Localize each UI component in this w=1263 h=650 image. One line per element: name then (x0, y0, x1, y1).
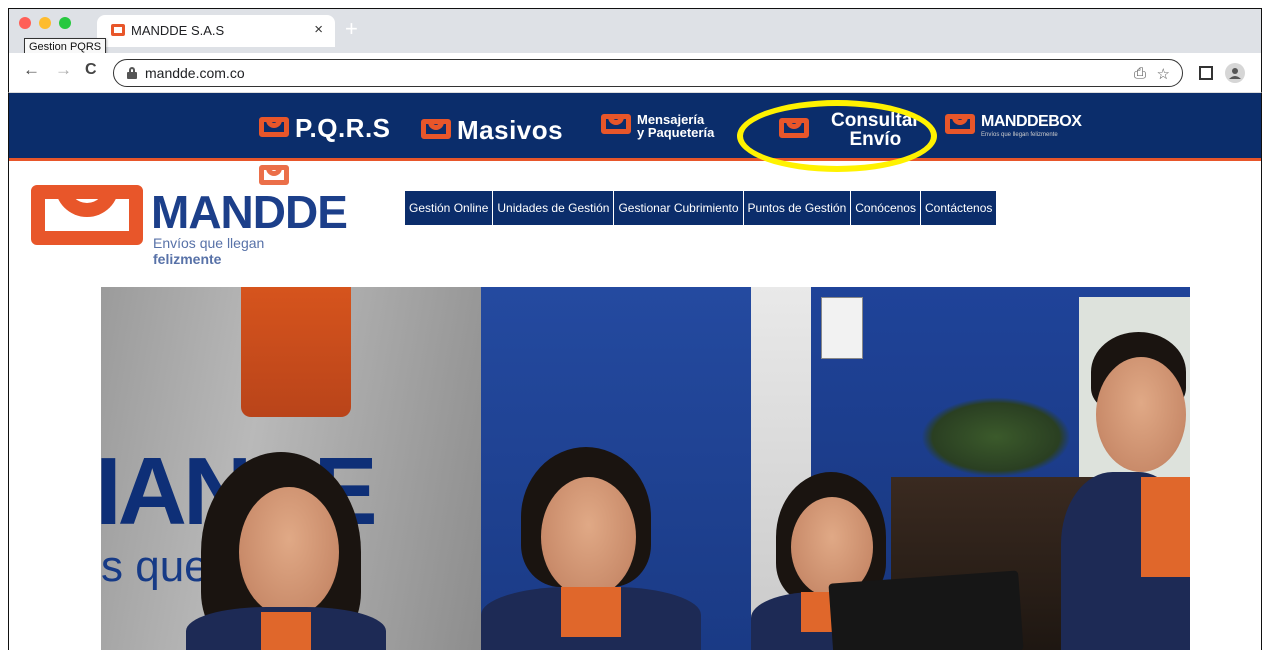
topnav-manddebox-label: MANDDEBOX (981, 113, 1082, 130)
hero-photo: IANDE s que lleg (101, 287, 1190, 650)
mandde-logo-icon (601, 114, 631, 138)
mandde-brand-mark-icon (31, 185, 143, 249)
mandde-logo-icon (421, 118, 451, 143)
minimize-window-button[interactable] (39, 17, 51, 29)
mandde-logo-icon (945, 113, 975, 138)
webpage: P.Q.R.S Masivos Mensajería y Paquetería … (8, 93, 1262, 650)
topnav-pqrs[interactable]: P.Q.R.S (259, 113, 391, 144)
address-bar[interactable]: mandde.com.co ⎙ ☆ (113, 59, 1183, 87)
forward-button[interactable]: → (55, 60, 72, 80)
top-banner-nav: P.Q.R.S Masivos Mensajería y Paquetería … (9, 93, 1261, 161)
reload-button[interactable]: C (85, 61, 97, 79)
highlight-circle (737, 100, 937, 172)
profile-avatar-icon[interactable] (1225, 63, 1245, 83)
brand-name: MANDDE (151, 186, 348, 238)
brand-tagline: Envíos que llegan felizmente (153, 235, 331, 267)
brand-tagline-prefix: Envíos que llegan (153, 235, 265, 251)
menu-conocenos[interactable]: Conócenos (851, 191, 921, 225)
menu-contactenos[interactable]: Contáctenos (920, 191, 997, 225)
menu-gestion-online[interactable]: Gestión Online (405, 191, 494, 225)
tab-title: MANDDE S.A.S (131, 23, 225, 38)
brand-tagline-bold: felizmente (153, 251, 222, 267)
menu-unidades-gestion[interactable]: Unidades de Gestión (493, 191, 615, 225)
tab-strip: MANDDE S.A.S × + Gestion PQRS (8, 8, 1262, 56)
bookmark-star-icon[interactable]: ☆ (1157, 65, 1170, 83)
topnav-manddebox-tagline: Envíos que llegan felizmente (981, 132, 1058, 138)
mandde-logo-icon (259, 116, 289, 141)
topnav-pqrs-label: P.Q.R.S (295, 113, 391, 143)
computer-monitor (828, 570, 1024, 650)
browser-toolbar: ← → C mandde.com.co ⎙ ☆ (8, 53, 1262, 93)
new-tab-button[interactable]: + (345, 16, 358, 42)
lock-icon (127, 67, 137, 79)
site-logo[interactable]: MANDDE Envíos que llegan felizmente (31, 185, 348, 267)
topnav-manddebox[interactable]: MANDDEBOX Envíos que llegan felizmente (945, 113, 1082, 138)
menu-puntos-gestion[interactable]: Puntos de Gestión (743, 191, 852, 225)
close-tab-icon[interactable]: × (314, 21, 323, 38)
favicon-icon (111, 24, 125, 36)
floor-plan-poster (821, 297, 863, 359)
maximize-window-button[interactable] (59, 17, 71, 29)
url-text: mandde.com.co (145, 65, 245, 81)
close-window-button[interactable] (19, 17, 31, 29)
browser-window: MANDDE S.A.S × + Gestion PQRS ← → C mand… (8, 8, 1262, 650)
main-menu: Gestión Online Unidades de Gestión Gesti… (405, 191, 997, 225)
back-button[interactable]: ← (23, 60, 40, 80)
browser-tab[interactable]: MANDDE S.A.S × (97, 15, 335, 47)
share-icon[interactable]: ⎙ (1134, 65, 1146, 82)
topnav-mensajeria-line2: y Paquetería (637, 125, 715, 140)
topnav-mensajeria[interactable]: Mensajería y Paquetería (601, 113, 714, 139)
menu-gestionar-cubrimiento[interactable]: Gestionar Cubrimiento (614, 191, 744, 225)
topnav-masivos-label: Masivos (457, 115, 564, 145)
side-panel-icon[interactable] (1199, 66, 1213, 80)
topnav-masivos[interactable]: Masivos (421, 115, 563, 146)
